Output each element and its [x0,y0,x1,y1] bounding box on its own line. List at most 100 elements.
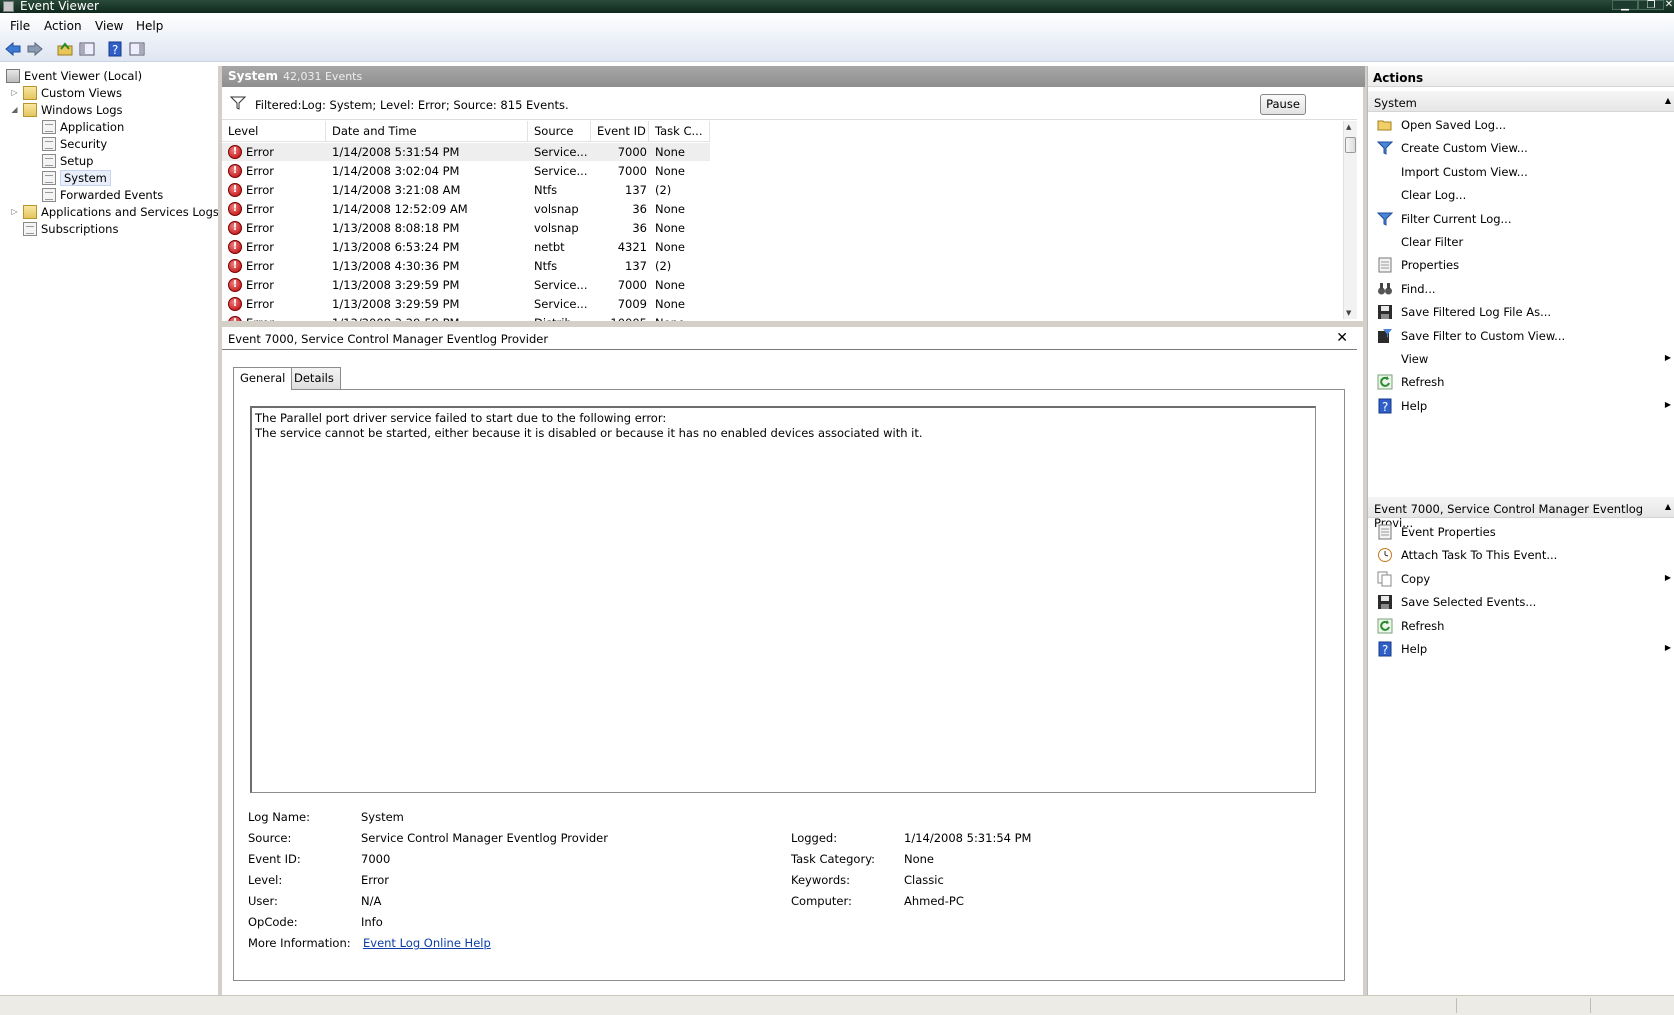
more-info-label: More Information: [248,936,351,950]
tree-item-subscriptions[interactable]: Subscriptions [23,220,118,237]
event-description[interactable]: The Parallel port driver service failed … [250,406,1316,793]
tree-item-windows-logs[interactable]: ◢ Windows Logs [10,101,123,118]
scroll-thumb[interactable] [1345,137,1356,153]
action-save-filtered-log-file-as[interactable]: Save Filtered Log File As... [1368,300,1674,323]
action-copy[interactable]: Copy ▶ [1368,567,1674,590]
user-label: User: [248,894,278,908]
scroll-up-icon[interactable]: ▲ [1346,123,1351,131]
folder-icon [23,85,37,100]
action-properties[interactable]: Properties [1368,253,1674,276]
action-attach-task-to-this-event[interactable]: Attach Task To This Event... [1368,543,1674,566]
action-open-saved-log[interactable]: Open Saved Log... [1368,113,1674,136]
back-icon[interactable] [4,40,22,58]
minimize-button[interactable]: ▁ [1612,0,1638,11]
column-header-datetime[interactable]: Date and Time [326,121,528,142]
table-row[interactable]: !Error1/13/2008 3:29:59 PMDistrib...1000… [222,314,1357,321]
up-folder-icon[interactable] [56,40,74,58]
tree-item-application[interactable]: Application [42,118,124,135]
expand-icon[interactable]: ▷ [10,88,19,97]
tree-item-security[interactable]: Security [42,135,107,152]
collapse-icon[interactable]: ◢ [10,105,19,114]
collapse-icon[interactable]: ▲ [1665,96,1671,105]
cell-event-id: 137 [625,183,647,197]
pause-button[interactable]: Pause [1260,94,1306,115]
event-count: 42,031 Events [283,70,363,83]
action-event-properties[interactable]: Event Properties [1368,520,1674,543]
column-header-task[interactable]: Task C... [649,121,710,142]
submenu-arrow-icon: ▶ [1664,572,1671,582]
menu-bar: File Action View Help [0,17,1674,37]
table-row[interactable]: ! Error 1/13/2008 6:53:24 PM netbt 4321 None [222,238,1357,256]
action-refresh[interactable]: Refresh [1368,614,1674,637]
action-help[interactable]: ? Help ▶ [1368,637,1674,660]
tab-details[interactable]: Details [287,367,341,389]
event-log-online-help-link[interactable]: Event Log Online Help [363,936,491,950]
table-row[interactable]: ! Error 1/13/2008 8:08:18 PM volsnap 36 None [222,219,1357,237]
maximize-button[interactable]: ❐ [1638,0,1664,11]
error-icon: ! [228,164,242,178]
table-row[interactable]: ! Error 1/13/2008 4:30:36 PM Ntfs 137 (2) [222,257,1357,275]
collapse-icon[interactable]: ▲ [1665,502,1671,511]
column-header-source[interactable]: Source [528,121,591,142]
tree-item-setup[interactable]: Setup [42,152,93,169]
table-row[interactable]: ! Error 1/14/2008 5:31:54 PM Service... 7000… [222,143,710,161]
tree-root[interactable]: Event Viewer (Local) [6,67,142,84]
action-filter-current-log[interactable]: Filter Current Log... [1368,207,1674,230]
tree-item-system[interactable]: System [42,169,111,186]
tree-item-apps-services[interactable]: ▷ Applications and Services Logs [10,203,219,220]
column-header-level[interactable]: Level [222,121,326,142]
computer-label: Computer: [791,894,852,908]
action-save-selected-events[interactable]: Save Selected Events... [1368,590,1674,613]
menu-view[interactable]: View [95,19,123,33]
column-header-event-id[interactable]: Event ID [591,121,649,142]
table-row[interactable]: ! Error 1/14/2008 12:52:09 AM volsnap 36 None [222,200,1357,218]
log-icon [42,187,56,202]
cell-level: Error [246,145,275,159]
action-refresh[interactable]: Refresh [1368,370,1674,393]
help-icon[interactable]: ? [106,40,124,58]
cell-source: Service... [534,164,588,178]
actions-group-system[interactable]: System ▲ [1368,90,1674,112]
menu-help[interactable]: Help [136,19,163,33]
event-viewer-icon [6,68,20,83]
menu-file[interactable]: File [10,19,30,33]
scroll-down-icon[interactable]: ▼ [1346,309,1351,317]
grid-scrollbar[interactable]: ▲ ▼ [1343,121,1357,319]
action-create-custom-view[interactable]: Create Custom View... [1368,136,1674,159]
action-view[interactable]: View ▶ [1368,347,1674,370]
show-hide-action-pane-icon[interactable] [128,40,146,58]
action-clear-filter[interactable]: Clear Filter [1368,230,1674,253]
table-row[interactable]: ! Error 1/14/2008 3:21:08 AM Ntfs 137 (2) [222,181,1357,199]
action-help[interactable]: ? Help ▶ [1368,394,1674,417]
cell-event-id: 7000 [617,164,647,178]
action-label: Help [1401,398,1428,413]
svg-text:?: ? [1382,643,1388,657]
menu-action[interactable]: Action [44,19,82,33]
tree-root-label: Event Viewer (Local) [24,68,143,83]
show-hide-tree-icon[interactable] [78,40,96,58]
action-save-filter-to-custom-view[interactable]: Save Filter to Custom View... [1368,324,1674,347]
cell-event-id: 7000 [617,145,647,159]
action-import-custom-view[interactable]: Import Custom View... [1368,160,1674,183]
cell-event-id: 137 [625,259,647,273]
cell-level: Error [246,259,275,273]
action-clear-log[interactable]: Clear Log... [1368,183,1674,206]
tree-item-forwarded-events[interactable]: Forwarded Events [42,186,163,203]
action-find[interactable]: Find... [1368,277,1674,300]
cell-datetime: 1/14/2008 3:21:08 AM [332,183,461,197]
table-row[interactable]: ! Error 1/14/2008 3:02:04 PM Service... 7000… [222,162,1357,180]
filter-bar: Filtered:Log: System; Level: Error; Sour… [222,88,1357,120]
status-divider [1590,998,1591,1013]
table-row[interactable]: ! Error 1/13/2008 3:29:59 PM Service... 7009… [222,295,1357,313]
close-window-button[interactable]: ✕ [1664,0,1674,10]
forward-icon[interactable] [26,40,44,58]
action-label: Save Selected Events... [1401,595,1537,610]
expand-icon[interactable]: ▷ [10,207,19,216]
tab-general[interactable]: General [233,367,293,390]
close-icon[interactable]: ✕ [1336,330,1348,346]
table-row[interactable]: ! Error 1/13/2008 3:29:59 PM Service... 7000… [222,276,1357,294]
horizontal-splitter[interactable] [222,321,1363,327]
tree-item-custom-views[interactable]: ▷ Custom Views [10,84,122,101]
copy-icon [1377,571,1393,587]
actions-group-event[interactable]: Event 7000, Service Control Manager Even… [1368,496,1674,530]
